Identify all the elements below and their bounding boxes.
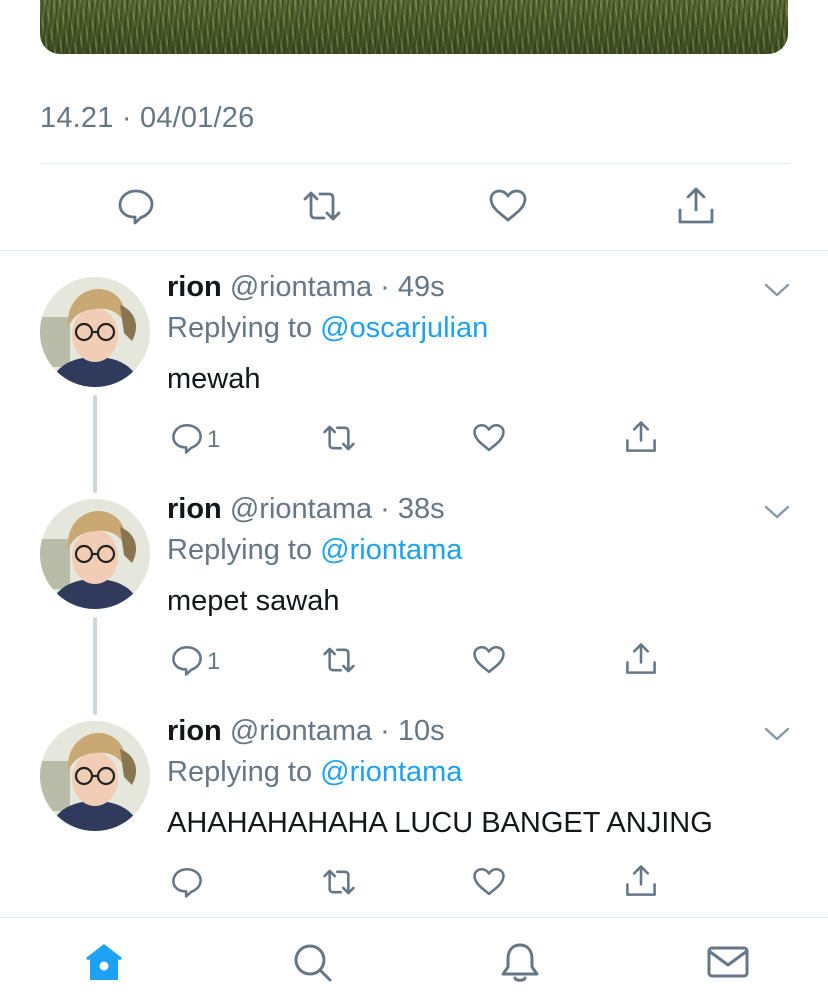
replying-to-label: Replying to [167,312,321,344]
retweet-icon[interactable] [322,643,356,677]
avatar[interactable] [40,499,150,609]
handle[interactable]: @riontama [230,715,372,747]
share-icon[interactable] [676,186,716,226]
reply-header: rion @riontama · 10s [167,715,445,747]
reply-icon[interactable] [170,643,204,677]
reply-text: AHAHAHAHAHA LUCU BANGET ANJING [167,807,713,839]
reply-header: rion @riontama · 49s [167,271,445,303]
heart-icon[interactable] [472,865,506,899]
reply-time: 38s [397,493,445,525]
display-name[interactable]: rion [167,271,222,303]
share-icon[interactable] [624,642,658,676]
reply-time: 10s [397,715,445,747]
chevron-down-icon[interactable] [764,504,790,520]
reply-icon[interactable] [116,186,156,226]
display-name[interactable]: rion [167,715,222,747]
heart-icon[interactable] [472,643,506,677]
home-icon[interactable] [82,940,126,984]
tabbar-divider [0,917,828,918]
reply-header: rion @riontama · 38s [167,493,445,525]
divider [0,250,828,251]
replying-to: Replying to @riontama [167,756,462,789]
divider [40,163,788,164]
reply-icon[interactable] [170,421,204,455]
search-icon[interactable] [290,940,334,984]
replying-to: Replying to @riontama [167,534,462,567]
reply-time: 49s [397,271,445,303]
reply-count: 1 [207,648,221,675]
retweet-icon[interactable] [322,865,356,899]
reply-text: mewah [167,363,261,395]
reply-count: 1 [207,426,221,453]
replying-to-label: Replying to [167,534,321,566]
avatar[interactable] [40,277,150,387]
replying-to-handle[interactable]: @riontama [320,756,462,788]
avatar[interactable] [40,721,150,831]
share-icon[interactable] [624,864,658,898]
tweet-timestamp: 14.21 · 04/01/26 [40,102,255,134]
heart-icon[interactable] [488,186,528,226]
replying-to-handle[interactable]: @oscarjulian [320,312,488,344]
display-name[interactable]: rion [167,493,222,525]
share-icon[interactable] [624,420,658,454]
bell-icon[interactable] [498,940,542,984]
chevron-down-icon[interactable] [764,726,790,742]
handle[interactable]: @riontama [230,493,372,525]
retweet-icon[interactable] [302,186,342,226]
reply-icon[interactable] [170,865,204,899]
heart-icon[interactable] [472,421,506,455]
retweet-icon[interactable] [322,421,356,455]
thread-connector [93,617,97,715]
chevron-down-icon[interactable] [764,282,790,298]
reply-text: mepet sawah [167,585,340,617]
mail-icon[interactable] [706,940,750,984]
replying-to: Replying to @oscarjulian [167,312,488,345]
handle[interactable]: @riontama [230,271,372,303]
replying-to-label: Replying to [167,756,321,788]
replying-to-handle[interactable]: @riontama [320,534,462,566]
thread-connector [93,395,97,493]
tweet-media-image[interactable] [40,0,788,54]
